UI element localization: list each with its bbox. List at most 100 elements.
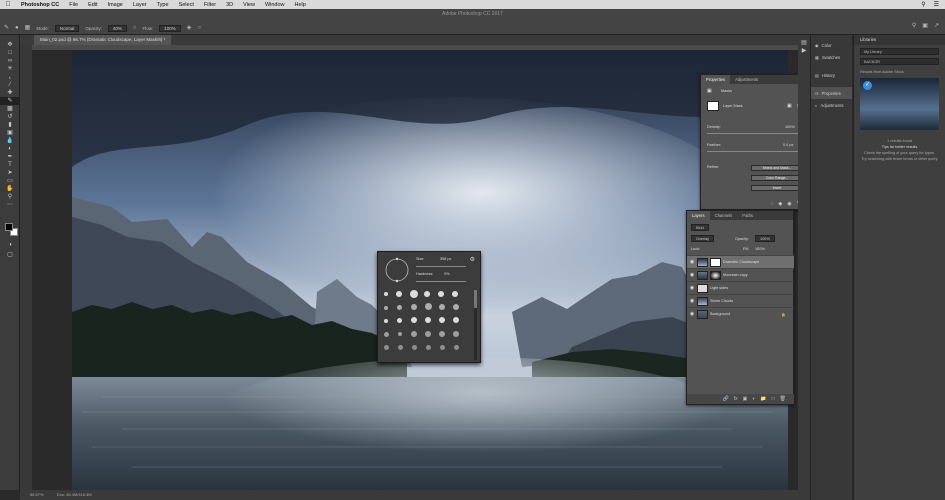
brush-size-dot-icon[interactable]: ● [15, 25, 19, 32]
notification-list-icon[interactable]: ☰ [934, 1, 939, 8]
menu-3d[interactable]: 3D [221, 2, 238, 8]
visibility-eye-icon[interactable]: ◉ [687, 259, 697, 265]
fill-value[interactable]: 100% [755, 247, 765, 251]
tab-paths[interactable]: Paths [737, 211, 758, 220]
tab-layers[interactable]: Layers [687, 211, 710, 220]
menu-image[interactable]: Image [103, 2, 128, 8]
flow-field[interactable]: 100% [159, 24, 181, 32]
screen-mode-icon[interactable]: ▢ [0, 251, 20, 259]
brush-hardness-slider[interactable] [416, 281, 466, 282]
apple-icon[interactable]:  [0, 1, 16, 8]
opacity-field[interactable]: 40% [107, 24, 127, 32]
layer-row[interactable]: ◉ Background 🔒 [687, 307, 794, 320]
layer-row[interactable]: ◉ Storm Clouds [687, 294, 794, 307]
layer-opacity-field[interactable]: 100% [755, 235, 775, 242]
color-range-button[interactable]: Color Range... [751, 175, 803, 181]
layer-mask-thumbnail[interactable] [710, 257, 721, 267]
density-value[interactable]: 100% [785, 125, 795, 129]
search-icon[interactable]: ⚲ [912, 23, 916, 30]
more-tools-icon[interactable]: ⋯ [0, 201, 20, 209]
apply-mask-icon[interactable]: ◆ [778, 201, 782, 207]
brush-picker-scrollbar[interactable] [474, 290, 477, 360]
pixel-mask-icon[interactable]: ▣ [787, 103, 792, 109]
panel-history[interactable]: ▤ History [811, 69, 852, 81]
toggle-mask-icon[interactable]: ◉ [787, 201, 791, 207]
crop-tool-icon[interactable]: ⌞ [0, 73, 20, 81]
panel-adjustments[interactable]: ◐ Adjustments [811, 99, 852, 111]
gradient-tool-icon[interactable]: ▣ [0, 129, 20, 137]
move-tool-icon[interactable]: ✥ [0, 41, 20, 49]
foreground-color-swatch[interactable] [5, 223, 13, 231]
stock-result-image[interactable]: ✓ [860, 78, 939, 130]
brush-preset-picker[interactable]: Size: 358 px Hardness: 0% ⚙ [377, 251, 481, 363]
dodge-tool-icon[interactable]: ◐ [0, 145, 20, 153]
zoom-level[interactable]: 66.67% [30, 492, 44, 497]
zoom-tool-icon[interactable]: ⚲ [0, 193, 20, 201]
brush-hardness-value[interactable]: 0% [444, 272, 450, 276]
mode-select[interactable]: Normal [54, 24, 80, 32]
layer-row[interactable]: ◉ Mountain copy [687, 268, 794, 281]
panel-properties[interactable]: ☷ Properties [811, 87, 852, 99]
hand-tool-icon[interactable]: ✋ [0, 185, 20, 193]
tab-adjustments[interactable]: Adjustments [730, 75, 763, 84]
lasso-tool-icon[interactable]: ∞ [0, 57, 20, 65]
actions-panel-icon[interactable]: ▶ [798, 47, 810, 55]
menu-select[interactable]: Select [174, 2, 199, 8]
adjustment-layer-icon[interactable]: ◐ [752, 396, 755, 402]
layer-row[interactable]: ◉ Dramatic Cloudscape [687, 255, 794, 268]
layer-name[interactable]: Mountain copy [723, 273, 748, 277]
library-select[interactable]: My Library [860, 48, 939, 55]
healing-tool-icon[interactable]: ✚ [0, 89, 20, 97]
visibility-eye-icon[interactable]: ◉ [687, 311, 697, 317]
marquee-tool-icon[interactable]: □ [0, 49, 20, 57]
brush-preset-grid[interactable] [382, 290, 470, 360]
pressure-size-icon[interactable]: ○ [197, 25, 201, 32]
feather-value[interactable]: 0.0 px [783, 143, 793, 147]
layer-style-icon[interactable]: fx [734, 396, 738, 402]
workspace-icon[interactable]: ▣ [922, 23, 928, 30]
brush-angle-preview[interactable] [382, 255, 412, 285]
layer-name[interactable]: Light sides [710, 286, 728, 290]
layer-filter-kind-select[interactable]: Kind [691, 224, 709, 231]
visibility-eye-icon[interactable]: ◉ [687, 298, 697, 304]
menu-view[interactable]: View [238, 2, 260, 8]
panel-color[interactable]: ◉ Color [811, 39, 852, 51]
share-icon[interactable]: ↗ [934, 23, 939, 30]
density-slider[interactable] [707, 133, 803, 134]
menu-help[interactable]: Help [290, 2, 311, 8]
layer-mask-thumbnail[interactable] [710, 270, 721, 280]
brush-picker-gear-icon[interactable]: ⚙ [470, 256, 475, 263]
new-layer-icon[interactable]: □ [772, 396, 775, 402]
document-size[interactable]: Doc: 46.4M/316.3M [57, 492, 92, 497]
new-group-icon[interactable]: 📁 [760, 396, 766, 402]
library-search-input[interactable]: BACKGR [860, 58, 939, 65]
brush-size-slider[interactable] [416, 266, 466, 267]
menu-filter[interactable]: Filter [199, 2, 221, 8]
eraser-tool-icon[interactable]: ▮ [0, 121, 20, 129]
quick-select-tool-icon[interactable]: ✳ [0, 65, 20, 73]
menu-file[interactable]: File [64, 2, 83, 8]
load-selection-icon[interactable]: ◌ [770, 201, 773, 207]
delete-layer-icon[interactable]: 🗑 [780, 396, 786, 402]
eyedropper-tool-icon[interactable]: ⁄ [0, 81, 20, 89]
mask-thumbnail[interactable] [707, 101, 719, 111]
blur-tool-icon[interactable]: 💧 [0, 137, 20, 145]
menu-window[interactable]: Window [260, 2, 290, 8]
visibility-eye-icon[interactable]: ◉ [687, 285, 697, 291]
link-layers-icon[interactable]: 🔗 [722, 396, 728, 402]
menu-type[interactable]: Type [152, 2, 174, 8]
document-tab[interactable]: Main_02.psd @ 66.7% (Dramatic Cloudscape… [34, 35, 172, 45]
path-select-tool-icon[interactable]: ➤ [0, 169, 20, 177]
layer-name[interactable]: Storm Clouds [710, 299, 733, 303]
brush-panel-toggle-icon[interactable]: ▦ [25, 25, 31, 32]
menu-edit[interactable]: Edit [83, 2, 102, 8]
pressure-opacity-icon[interactable]: ○ [133, 25, 137, 32]
layer-name[interactable]: Background [710, 312, 730, 316]
panel-swatches[interactable]: ▦ Swatches [811, 51, 852, 63]
feather-slider[interactable] [707, 151, 803, 152]
type-tool-icon[interactable]: T [0, 161, 20, 169]
select-and-mask-button[interactable]: Select and Mask... [751, 165, 803, 171]
layer-row[interactable]: ◉ Light sides [687, 281, 794, 294]
visibility-eye-icon[interactable]: ◉ [687, 272, 697, 278]
spotlight-search-icon[interactable]: ⚲ [921, 1, 925, 8]
